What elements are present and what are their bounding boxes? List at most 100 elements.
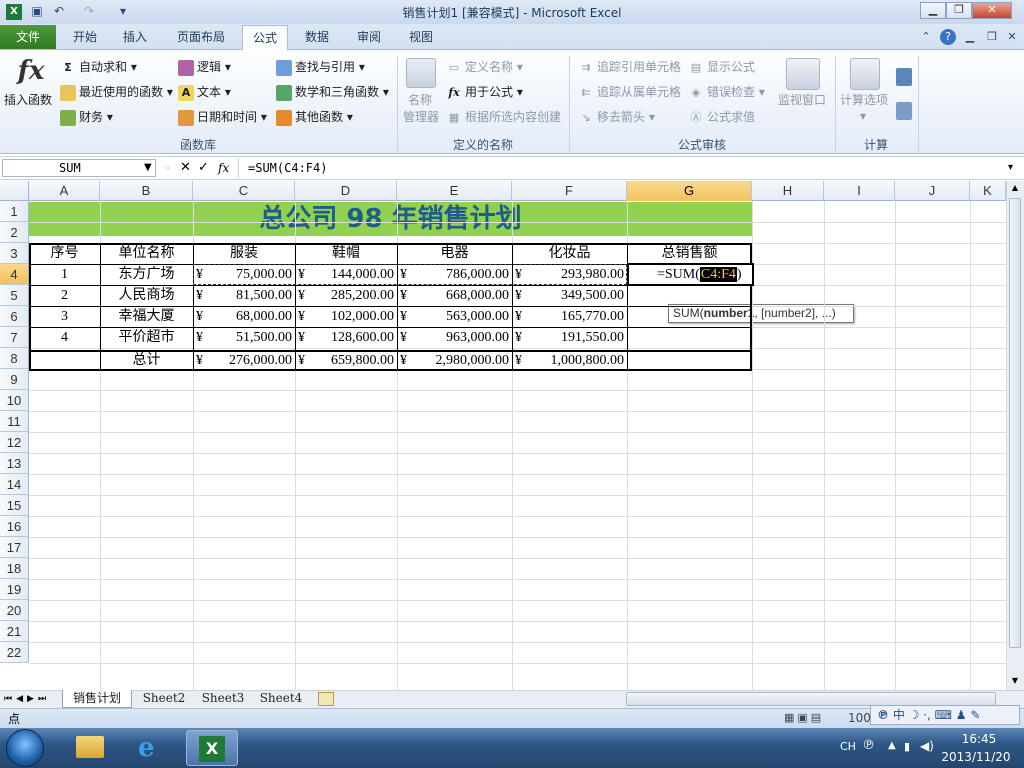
minimize-ribbon-icon[interactable]: ⌃: [918, 29, 934, 45]
ime-tray-icon[interactable]: ℗: [862, 738, 875, 753]
sheet-nav-icons[interactable]: ⏮◀▶⏭: [4, 691, 50, 707]
row-header[interactable]: 9: [0, 369, 29, 390]
datetime-button[interactable]: 日期和时间 ▾: [178, 107, 267, 127]
row-header[interactable]: 21: [0, 621, 29, 642]
cancel-icon[interactable]: ✕: [180, 159, 191, 177]
restore-button[interactable]: ❐: [946, 2, 972, 19]
clock-date[interactable]: 2013/11/20: [936, 750, 1016, 764]
ie-taskbar-button[interactable]: e: [124, 730, 176, 766]
define-name-button[interactable]: ▭ 定义名称 ▾: [446, 57, 523, 77]
row-header[interactable]: 17: [0, 537, 29, 558]
total-amount-cell[interactable]: 276,000.00: [196, 350, 292, 371]
trace-precedents-button[interactable]: ⇉ 追踪引用单元格: [578, 57, 681, 77]
amount-cell[interactable]: 963,000.00: [400, 327, 509, 348]
row-header[interactable]: 16: [0, 516, 29, 537]
row-header[interactable]: 20: [0, 600, 29, 621]
column-header[interactable]: E: [397, 181, 512, 201]
column-header[interactable]: C: [193, 181, 295, 201]
horizontal-scroll-thumb[interactable]: [626, 692, 996, 706]
seq-cell[interactable]: 2: [32, 285, 97, 306]
doc-restore-icon[interactable]: ❐: [984, 29, 1000, 45]
column-header[interactable]: H: [752, 181, 824, 201]
scroll-up-icon[interactable]: ▲: [1008, 183, 1022, 193]
zoom-level[interactable]: 100: [848, 711, 871, 725]
calculate-now-icon[interactable]: [896, 68, 912, 86]
unit-name-cell[interactable]: 幸福大厦: [103, 306, 190, 327]
amount-cell[interactable]: 165,770.00: [515, 306, 624, 327]
row-header[interactable]: 5: [0, 285, 29, 306]
autosum-button[interactable]: Σ 自动求和 ▾: [60, 57, 137, 77]
create-from-selection-button[interactable]: ▦ 根据所选内容创建: [446, 107, 561, 127]
row-header[interactable]: 13: [0, 453, 29, 474]
name-box[interactable]: SUM: [2, 159, 156, 177]
column-header[interactable]: G: [627, 181, 752, 201]
tab-file[interactable]: 文件: [0, 25, 56, 49]
amount-cell[interactable]: 191,550.00: [515, 327, 624, 348]
clock-time[interactable]: 16:45: [944, 732, 1014, 746]
tab-view[interactable]: 视图: [400, 25, 442, 49]
calc-options-dropdown-icon[interactable]: ▾: [860, 106, 866, 126]
error-checking-button[interactable]: ◈ 错误检查 ▾: [688, 82, 765, 102]
sheet-tab[interactable]: Sheet2: [136, 690, 192, 708]
amount-cell[interactable]: 563,000.00: [400, 306, 509, 327]
watch-window-button[interactable]: 监视窗口: [778, 90, 826, 110]
cell-editor[interactable]: =SUM(C4:F4): [657, 264, 752, 285]
column-header[interactable]: A: [29, 181, 100, 201]
row-header[interactable]: 2: [0, 222, 29, 243]
tab-home[interactable]: 开始: [62, 25, 108, 49]
total-amount-cell[interactable]: 2,980,000.00: [400, 350, 510, 371]
insert-function-label[interactable]: 插入函数: [4, 90, 52, 110]
recent-functions-button[interactable]: 最近使用的函数 ▾: [60, 82, 173, 102]
evaluate-formula-button[interactable]: Ⓐ 公式求值: [688, 107, 756, 127]
text-button[interactable]: A 文本 ▾: [178, 82, 231, 102]
row-header[interactable]: 19: [0, 579, 29, 600]
column-header[interactable]: F: [512, 181, 627, 201]
column-header[interactable]: J: [895, 181, 970, 201]
header-cell[interactable]: 总销售额: [630, 243, 749, 264]
unit-name-cell[interactable]: 平价超市: [103, 327, 190, 348]
show-formulas-button[interactable]: ▤ 显示公式: [688, 57, 755, 77]
sheet-tab-active[interactable]: 销售计划: [62, 690, 132, 708]
seq-cell[interactable]: 3: [32, 306, 97, 327]
network-icon[interactable]: ▮: [904, 740, 910, 753]
row-header[interactable]: 6: [0, 306, 29, 327]
amount-cell[interactable]: 349,500.00: [515, 285, 624, 306]
name-box-dropdown-icon[interactable]: ▼: [144, 159, 152, 177]
financial-button[interactable]: 财务 ▾: [60, 107, 113, 127]
insert-sheet-icon[interactable]: [318, 692, 334, 706]
row-header[interactable]: 8: [0, 348, 29, 369]
row-header[interactable]: 14: [0, 474, 29, 495]
view-buttons-icon[interactable]: ▦▣▤: [784, 711, 824, 724]
sheet-tab[interactable]: Sheet3: [196, 690, 250, 708]
select-all-button[interactable]: [0, 181, 29, 201]
enter-icon[interactable]: ✓: [198, 159, 209, 177]
tab-formulas[interactable]: 公式: [242, 25, 288, 51]
row-header[interactable]: 18: [0, 558, 29, 579]
column-header[interactable]: K: [970, 181, 1006, 201]
seq-cell[interactable]: 4: [32, 327, 97, 348]
tab-data[interactable]: 数据: [296, 25, 338, 49]
total-amount-cell[interactable]: 659,800.00: [298, 350, 394, 371]
insert-function-button[interactable]: fx: [8, 56, 54, 86]
tab-review[interactable]: 审阅: [348, 25, 390, 49]
show-hidden-icons[interactable]: ▲: [888, 740, 896, 751]
sheet-tab[interactable]: Sheet4: [254, 690, 308, 708]
explorer-taskbar-button[interactable]: [64, 730, 116, 766]
row-header[interactable]: 12: [0, 432, 29, 453]
formula-input[interactable]: =SUM(C4:F4): [248, 159, 327, 177]
header-cell[interactable]: 单位名称: [103, 243, 190, 264]
unit-name-cell[interactable]: 人民商场: [103, 285, 190, 306]
expand-formula-bar-icon[interactable]: ▾: [1008, 159, 1013, 177]
use-in-formula-button[interactable]: fx 用于公式 ▾: [446, 82, 523, 102]
row-header[interactable]: 15: [0, 495, 29, 516]
math-button[interactable]: 数学和三角函数 ▾: [276, 82, 389, 102]
trace-dependents-button[interactable]: ⇇ 追踪从属单元格: [578, 82, 681, 102]
header-cell[interactable]: 化妆品: [515, 243, 624, 264]
excel-taskbar-button[interactable]: X: [186, 730, 238, 766]
header-cell[interactable]: 服装: [196, 243, 292, 264]
row-header[interactable]: 7: [0, 327, 29, 348]
tab-page-layout[interactable]: 页面布局: [168, 25, 234, 49]
vertical-scroll-thumb[interactable]: [1009, 198, 1021, 648]
row-header[interactable]: 4: [0, 264, 29, 285]
doc-minimize-icon[interactable]: ▁: [962, 29, 978, 45]
